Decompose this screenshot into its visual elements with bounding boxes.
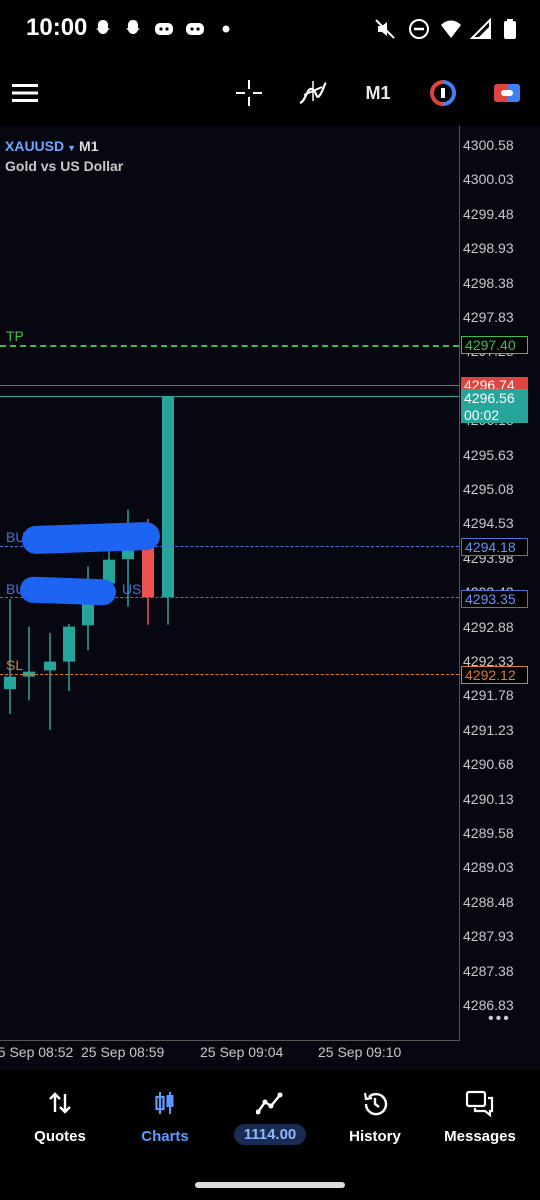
price-axis-label: 4295.63 (463, 446, 514, 463)
trade-button[interactable] (492, 76, 522, 110)
nav-charts-label: Charts (141, 1128, 189, 1145)
messages-icon (465, 1090, 494, 1118)
sl-line-label: SL (6, 657, 24, 673)
redaction-scribble (19, 576, 117, 606)
buy-line-label-2-suffix: US (122, 581, 142, 597)
sl-price-tag: 4292.12 (461, 666, 528, 684)
bid-price-box: 4296.56 00:02 (461, 389, 528, 423)
sl-line[interactable] (0, 674, 459, 675)
indicators-icon (299, 81, 327, 105)
menu-button[interactable] (10, 76, 40, 110)
price-axis-label: 4289.03 (463, 859, 514, 876)
symbol-timeframe: M1 (79, 138, 99, 154)
trade-icon (494, 84, 520, 102)
bid-price: 4296.56 (464, 390, 515, 406)
price-axis-label: 4294.53 (463, 515, 514, 532)
price-axis-label: 4290.68 (463, 756, 514, 773)
account-balance-badge: 1114.00 (233, 1124, 307, 1145)
nav-messages-label: Messages (444, 1128, 516, 1145)
trade-icon (256, 1092, 283, 1115)
chart-area[interactable]: XAUUSD ▼ M1 Gold vs US Dollar 4300.58 4300.… (0, 126, 540, 1070)
quotes-icon (49, 1092, 71, 1114)
price-axis-label: 4288.48 (463, 893, 514, 910)
bar-countdown: 00:02 (464, 407, 500, 423)
price-axis-label: 4291.78 (463, 687, 514, 704)
price-axis-label: 4290.13 (463, 790, 514, 807)
discord-icon (186, 23, 204, 35)
indicators-button[interactable] (298, 76, 328, 110)
nav-quotes-label: Quotes (34, 1128, 86, 1145)
price-axis-label: 4291.23 (463, 721, 514, 738)
candle-body (4, 676, 16, 690)
price-axis-label: 4298.93 (463, 240, 514, 257)
discord-icon (155, 23, 173, 35)
price-axis-label: 4299.48 (463, 205, 514, 222)
status-time: 10:00 (26, 14, 88, 41)
tp-price-tag: 4297.40 (461, 336, 528, 354)
time-axis-label: 25 Sep 09:04 (200, 1044, 284, 1060)
dropdown-triangle-icon: ▼ (67, 143, 77, 153)
hamburger-icon (12, 84, 38, 102)
buy-price-tag-2: 4293.35 (461, 590, 528, 608)
price-axis-label: 4300.58 (463, 137, 514, 153)
price-axis-label: 4292.88 (463, 618, 514, 635)
nav-trade[interactable]: 1114.00 (216, 1090, 324, 1145)
crosshair-button[interactable] (234, 76, 264, 110)
symbol-name: XAUUSD (5, 138, 65, 154)
wifi-icon (441, 20, 461, 38)
status-bar: 10:00 (0, 0, 540, 62)
charts-icon (155, 1092, 174, 1114)
snapchat-icon (126, 20, 140, 34)
price-axis-label: 4298.38 (463, 274, 514, 291)
bid-line (0, 396, 459, 397)
timeframe-button[interactable]: M1 (360, 76, 396, 110)
price-axis-label: 4300.03 (463, 171, 514, 188)
time-axis-label: 25 Sep 08:52 (0, 1044, 74, 1060)
more-options-icon[interactable]: ••• (488, 1010, 511, 1028)
tp-line-label: TP (6, 328, 24, 344)
crosshair-icon (236, 80, 262, 106)
nav-history[interactable]: History (321, 1090, 429, 1145)
dot-icon (222, 25, 230, 33)
price-axis-label: 4287.93 (463, 928, 514, 945)
nav-history-label: History (349, 1128, 401, 1145)
price-axis-label: 4289.58 (463, 825, 514, 841)
price-axis-label: 4287.38 (463, 962, 514, 979)
nav-messages[interactable]: Messages (426, 1090, 534, 1145)
price-axis-label: 4297.83 (463, 309, 514, 325)
symbol-description: Gold vs US Dollar (5, 158, 124, 174)
ask-line (0, 385, 459, 386)
snapchat-icon (96, 20, 110, 34)
time-axis-line (0, 1040, 460, 1041)
objects-icon (430, 80, 456, 106)
chart-symbol[interactable]: XAUUSD ▼ M1 (5, 138, 99, 154)
signal-icon (470, 18, 491, 39)
nav-quotes[interactable]: Quotes (6, 1090, 114, 1145)
candle-body (44, 661, 56, 671)
chart-toolbar: M1 (0, 62, 540, 124)
time-axis-label: 25 Sep 08:59 (81, 1044, 165, 1060)
dnd-icon (409, 19, 429, 39)
history-icon (363, 1092, 388, 1116)
price-axis-label: 4295.08 (463, 481, 514, 497)
price-axis-line (459, 126, 460, 1040)
mute-icon (375, 19, 395, 39)
home-indicator[interactable] (195, 1182, 345, 1188)
candle-body (63, 626, 75, 662)
nav-charts[interactable]: Charts (111, 1090, 219, 1145)
objects-button[interactable] (428, 76, 458, 110)
buy-price-tag-1: 4294.18 (461, 538, 528, 556)
candle-body (162, 396, 174, 598)
battery-icon (504, 19, 516, 39)
tp-line[interactable] (0, 345, 459, 347)
bottom-navigation: Quotes Charts 1114.00 History Messages (0, 1072, 540, 1200)
redaction-scribble (21, 521, 161, 555)
time-axis-label: 25 Sep 09:10 (318, 1044, 402, 1060)
